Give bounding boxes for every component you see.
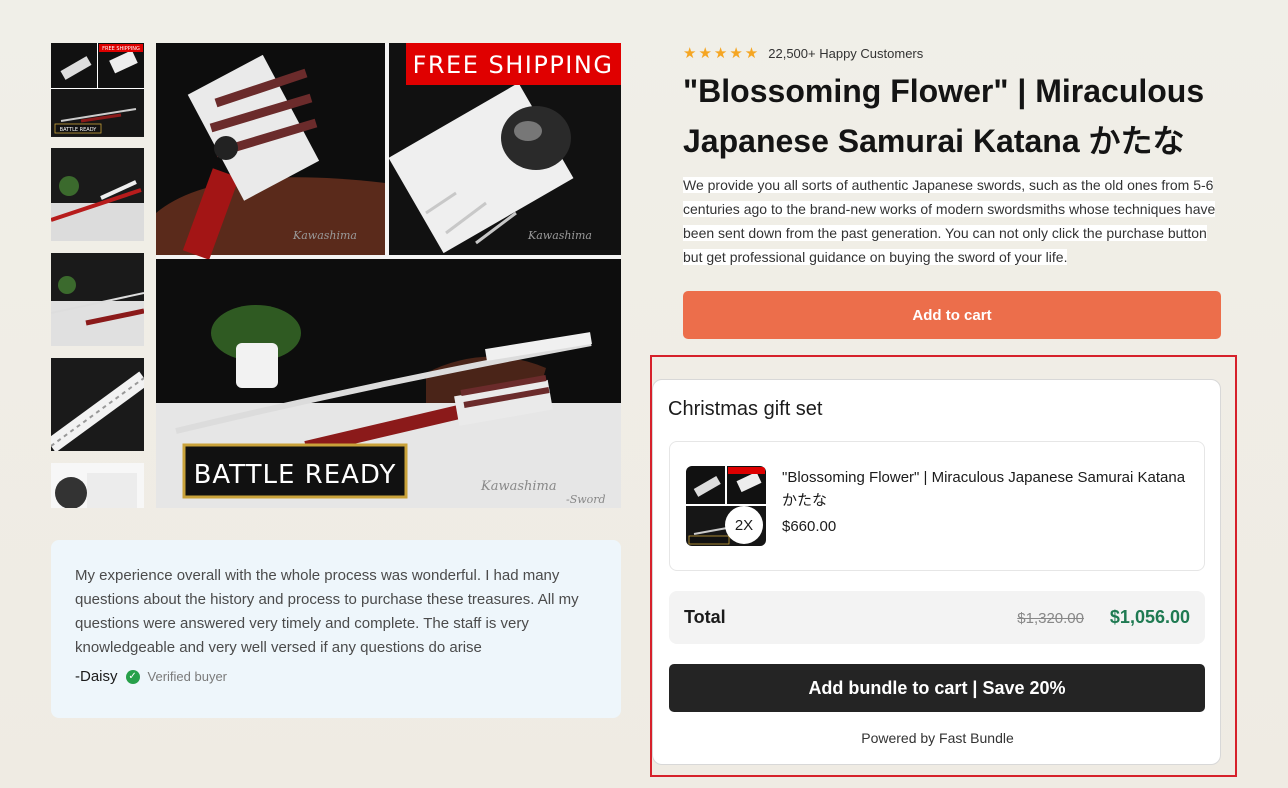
rating-stars-icon: ★★★★★ <box>683 45 761 62</box>
product-description-text: We provide you all sorts of authentic Ja… <box>683 177 1216 265</box>
add-bundle-to-cart-button[interactable]: Add bundle to cart | Save 20% <box>669 664 1205 712</box>
powered-by-link[interactable]: Powered by Fast Bundle <box>653 730 1222 746</box>
thumbnail-1[interactable]: FREE SHIPPING BATTLE READY <box>51 43 144 137</box>
bundle-item: 2X "Blossoming Flower" | Miraculous Japa… <box>669 441 1205 571</box>
watermark-3: Kawashima <box>480 479 557 494</box>
review-author: -Daisy <box>75 668 118 685</box>
review-text: My experience overall with the whole pro… <box>75 567 579 656</box>
watermark-3b: -Sword <box>566 493 606 506</box>
rating-text: 22,500+ Happy Customers <box>768 45 924 61</box>
original-price: $1,320.00 <box>1017 610 1084 627</box>
thumbnail-strip: FREE SHIPPING BATTLE READY <box>51 43 144 508</box>
product-description: We provide you all sorts of authentic Ja… <box>683 173 1223 269</box>
free-shipping-banner: FREE SHIPPING <box>413 51 614 79</box>
quantity-badge: 2X <box>725 506 763 544</box>
battle-ready-banner: BATTLE READY <box>194 460 397 490</box>
product-title: "Blossoming Flower" | Miraculous Japanes… <box>683 73 1205 159</box>
thumb-battle-ready-text: BATTLE READY <box>60 127 98 133</box>
total-label: Total <box>684 607 726 627</box>
thumbnail-3[interactable] <box>51 253 144 346</box>
thumbnail-2[interactable] <box>51 148 144 241</box>
add-to-cart-button[interactable]: Add to cart <box>683 291 1221 339</box>
bundle-title: Christmas gift set <box>668 398 823 420</box>
thumbnail-5[interactable] <box>51 463 144 508</box>
customer-review-card: My experience overall with the whole pro… <box>51 540 621 718</box>
bundle-item-name[interactable]: "Blossoming Flower" | Miraculous Japanes… <box>782 466 1192 512</box>
thumbnail-4[interactable] <box>51 358 144 451</box>
verified-label: Verified buyer <box>147 669 228 684</box>
watermark-1: Kawashima <box>292 229 357 242</box>
watermark-2: Kawashima <box>527 229 592 242</box>
product-main-image[interactable]: Kawashima FREE SHIPPING Kawashima BATTLE… <box>156 43 621 508</box>
bundle-total-row: Total $1,320.00 $1,056.00 <box>669 591 1205 644</box>
review-footer: -Daisy ✓ Verified buyer <box>75 668 597 685</box>
rating-row: ★★★★★ 22,500+ Happy Customers <box>683 44 923 62</box>
verified-check-icon: ✓ <box>125 669 140 684</box>
thumb-free-shipping-text: FREE SHIPPING <box>102 46 140 52</box>
discounted-price: $1,056.00 <box>1109 607 1190 627</box>
bundle-widget: Christmas gift set 2X "Blossoming Flower… <box>652 379 1221 765</box>
bundle-item-price: $660.00 <box>782 518 837 535</box>
